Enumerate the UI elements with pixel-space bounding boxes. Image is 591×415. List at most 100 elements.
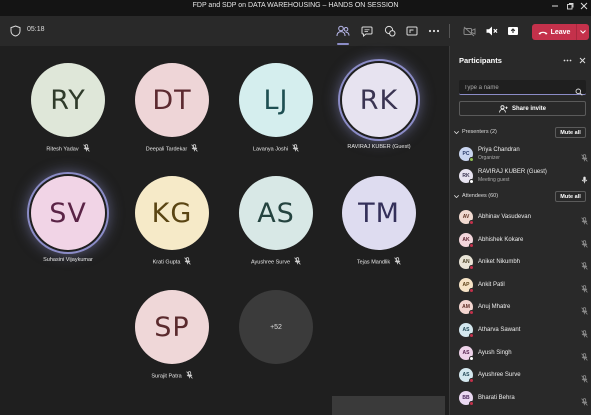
- breakout-rooms-icon[interactable]: [382, 23, 398, 39]
- participant-name-row: Tejas Mandlik: [319, 257, 439, 267]
- mic-muted-icon[interactable]: [581, 280, 588, 298]
- mic-muted-icon[interactable]: [483, 23, 499, 39]
- participant-list-item[interactable]: AS Ayush Singh: [450, 343, 591, 363]
- chevron-down-icon[interactable]: [577, 24, 589, 40]
- presence-status-dot: [469, 179, 474, 184]
- shield-icon[interactable]: [7, 23, 23, 39]
- mute-all-attendees-button[interactable]: Mute all: [555, 191, 586, 202]
- participant-search[interactable]: [459, 80, 586, 96]
- participant-tile[interactable]: LJ Lavanya Joshi: [231, 63, 321, 163]
- share-tray-icon[interactable]: [505, 23, 521, 39]
- participant-tile[interactable]: TM Tejas Mandlik: [334, 176, 424, 276]
- participant-list-item[interactable]: RK RAVIRAJ KUBER (Guest) Meeting guest: [450, 166, 591, 186]
- participant-tile[interactable]: DT Deepali Tardekar: [127, 63, 217, 163]
- participant-name: Ankit Patil: [478, 281, 505, 288]
- participant-list-item[interactable]: AS Atharva Sawant: [450, 320, 591, 340]
- chevron-down-icon: [454, 130, 459, 134]
- attendees-header[interactable]: Attendees (60): [454, 193, 498, 199]
- mic-muted-icon[interactable]: [581, 348, 588, 366]
- share-screen-icon[interactable]: [404, 23, 420, 39]
- participant-list-item[interactable]: AM Anuj Mhatre: [450, 297, 591, 317]
- participant-name-row: Suhasini Vijaykumar: [8, 257, 128, 263]
- participant-name-row: Deepali Tardekar: [112, 144, 232, 154]
- chat-icon[interactable]: [359, 23, 375, 39]
- participant-tile[interactable]: SV Suhasini Vijaykumar: [23, 176, 113, 276]
- mic-muted-icon: [185, 371, 193, 381]
- participant-name-row: RAVIRAJ KUBER (Guest): [319, 144, 439, 150]
- presenters-header[interactable]: Presenters (2): [454, 129, 497, 135]
- participant-name-row: Surajit Patra: [112, 371, 232, 381]
- mic-muted-icon[interactable]: [581, 325, 588, 343]
- participant-list-item[interactable]: AS Ayushree Surve: [450, 365, 591, 385]
- mic-muted-icon[interactable]: [581, 212, 588, 230]
- participant-avatar: RY: [31, 63, 105, 137]
- mic-muted-icon[interactable]: [581, 235, 588, 253]
- presence-status-dot: [469, 242, 474, 248]
- presence-status-dot: [469, 355, 474, 361]
- mute-all-presenters-button[interactable]: Mute all: [555, 127, 586, 138]
- participant-list-item[interactable]: AP Ankit Patil: [450, 275, 591, 295]
- participant-name: Tejas Mandlik: [356, 259, 391, 266]
- chevron-down-icon: [454, 194, 459, 198]
- participant-tile[interactable]: SP Surajit Patra: [127, 290, 217, 390]
- panel-title: Participants: [459, 56, 502, 65]
- participant-name: RAVIRAJ KUBER (Guest): [347, 144, 411, 150]
- mic-muted-icon[interactable]: [581, 149, 588, 167]
- participant-name: Deepali Tardekar: [145, 146, 188, 153]
- maximize-icon[interactable]: [563, 1, 577, 14]
- presence-status-dot: [469, 333, 474, 338]
- search-icon[interactable]: [575, 83, 583, 101]
- mic-muted-icon[interactable]: [581, 257, 588, 275]
- presence-status-dot: [469, 400, 474, 406]
- participant-list-item[interactable]: AK Abhishek Kokare: [450, 230, 591, 250]
- phone-hangup-icon: [538, 31, 548, 35]
- leave-label: Leave: [550, 28, 571, 36]
- mic-icon[interactable]: [581, 171, 588, 189]
- mic-muted-icon[interactable]: [581, 370, 588, 388]
- presence-status-dot: [469, 287, 474, 293]
- meeting-toolbar: 05:18 Leave: [0, 16, 591, 46]
- close-panel-icon[interactable]: [577, 55, 587, 65]
- mic-muted-icon[interactable]: [581, 302, 588, 320]
- participant-tile[interactable]: RK RAVIRAJ KUBER (Guest): [334, 63, 424, 163]
- participant-name: Abhishek Kokare: [478, 236, 524, 243]
- participant-list-item[interactable]: PC Priya Chandran Organizer: [450, 144, 591, 164]
- participant-list-item[interactable]: AN Aniket Nikumbh: [450, 252, 591, 272]
- participant-list-item[interactable]: AV Abhinav Vasudevan: [450, 207, 591, 227]
- participant-list-item[interactable]: BB Bharati Behra: [450, 388, 591, 408]
- participant-name-row: Lavanya Joshi: [216, 144, 336, 154]
- mic-muted-icon: [294, 257, 301, 267]
- overflow-tile[interactable]: +52: [231, 290, 321, 390]
- participant-role: Meeting guest: [478, 177, 510, 183]
- search-input[interactable]: [464, 82, 569, 93]
- participant-tile[interactable]: RY Ritesh Yadav: [23, 63, 113, 163]
- share-invite-label: Share invite: [511, 105, 546, 112]
- leave-button[interactable]: Leave: [532, 24, 589, 40]
- toolbar-divider: [449, 24, 450, 38]
- mic-muted-icon: [82, 144, 90, 154]
- participant-name: Suhasini Vijaykumar: [43, 257, 93, 263]
- mic-muted-icon: [191, 144, 198, 154]
- participant-tile[interactable]: KG Krati Gupta: [127, 176, 217, 276]
- mic-muted-icon: [184, 257, 192, 267]
- people-icon[interactable]: [335, 23, 351, 39]
- overflow-count[interactable]: +52: [239, 290, 313, 364]
- participant-avatar: TM: [342, 176, 416, 250]
- leave-main-button[interactable]: Leave: [532, 24, 576, 40]
- participant-tile[interactable]: AS Ayushree Surve: [231, 176, 321, 276]
- participant-name: Aniket Nikumbh: [478, 259, 521, 266]
- mic-muted-icon[interactable]: [581, 393, 588, 411]
- meeting-timer: 05:18: [27, 26, 45, 33]
- more-options-icon[interactable]: [426, 23, 442, 39]
- presence-status-dot: [469, 265, 474, 271]
- camera-off-icon[interactable]: [461, 23, 477, 39]
- minimize-icon[interactable]: [548, 1, 562, 14]
- participant-name-row: Ritesh Yadav: [8, 144, 128, 154]
- more-options-icon[interactable]: [562, 55, 572, 65]
- share-invite-button[interactable]: Share invite: [459, 101, 586, 116]
- close-icon[interactable]: [577, 1, 591, 14]
- add-person-icon: [499, 104, 508, 113]
- mic-muted-icon: [394, 257, 401, 267]
- participant-name-row: Ayushree Surve: [216, 257, 336, 267]
- presence-status-dot: [469, 220, 474, 225]
